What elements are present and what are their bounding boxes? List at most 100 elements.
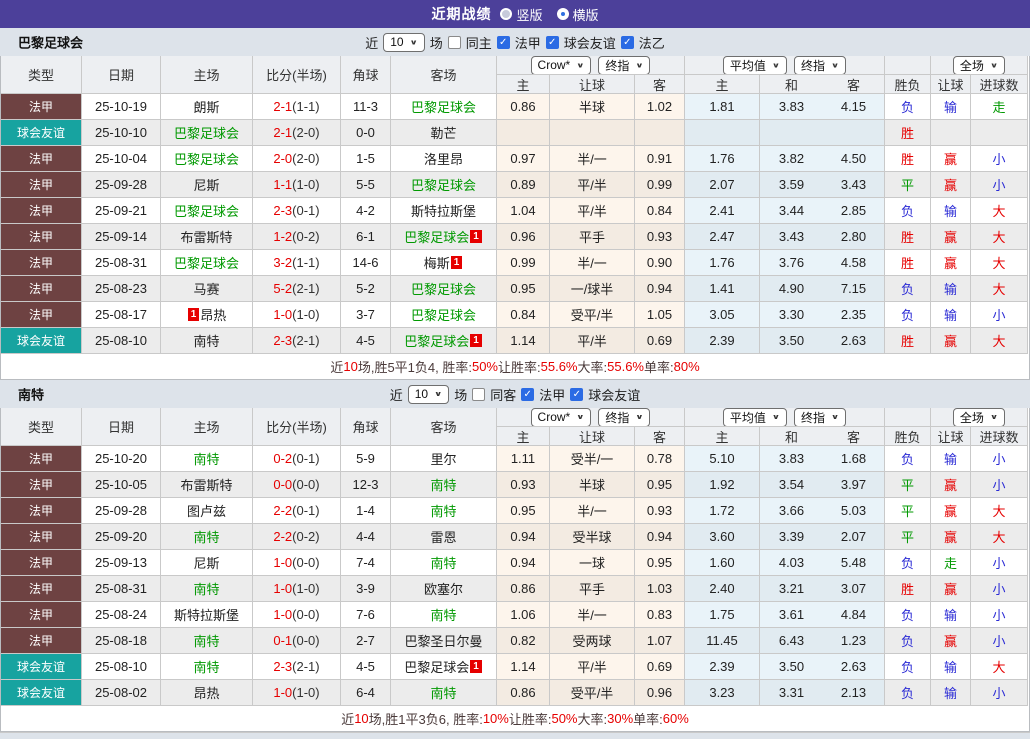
odds-handicap: 平/半	[550, 328, 635, 354]
home-team[interactable]: 马赛	[193, 279, 219, 298]
club-friendly-checkbox[interactable]: ✓	[570, 387, 584, 401]
filter-checkbox-label[interactable]: 法甲	[515, 33, 541, 52]
full-score: 2-0	[273, 151, 293, 166]
corner-cell: 7-4	[341, 550, 391, 576]
result-text: 赢	[943, 178, 957, 193]
away-team[interactable]: 南特	[430, 501, 456, 520]
home-team[interactable]: 尼斯	[193, 553, 219, 572]
away-team[interactable]: 斯特拉斯堡	[411, 201, 476, 220]
home-team[interactable]: 南特	[193, 657, 219, 676]
away-team[interactable]: 南特	[430, 475, 456, 494]
away-team[interactable]: 洛里昂	[424, 149, 463, 168]
avg-stage-select[interactable]: 终指 ∨	[794, 408, 847, 426]
result-text: 小	[992, 152, 1006, 167]
away-team[interactable]: 巴黎足球会	[411, 97, 476, 116]
odds-handicap: 一/球半	[550, 276, 635, 302]
away-cell: 巴黎足球会 1	[391, 328, 497, 354]
league-type-cell: 球会友谊	[1, 328, 82, 354]
layout-radio-horizontal[interactable]: 横版	[556, 5, 599, 24]
col-avg-home: 主	[685, 427, 760, 446]
match-count-select[interactable]: 10 ∨	[407, 384, 450, 404]
home-team[interactable]: 昂热	[193, 683, 219, 702]
odds-stage-select[interactable]: 终指 ∨	[598, 408, 651, 426]
home-team[interactable]: 斯特拉斯堡	[174, 605, 239, 624]
league-type-cell: 法甲	[1, 94, 82, 120]
home-team[interactable]: 昂热	[200, 305, 226, 324]
home-team[interactable]: 布雷斯特	[180, 475, 232, 494]
home-team[interactable]: 南特	[193, 579, 219, 598]
home-team[interactable]: 巴黎足球会	[174, 123, 239, 142]
away-cell: 南特	[391, 602, 497, 628]
away-team[interactable]: 巴黎足球会	[404, 227, 469, 246]
home-team[interactable]: 朗斯	[193, 97, 219, 116]
summary-part: 大率:	[577, 360, 608, 375]
away-team[interactable]: 梅斯	[424, 253, 450, 272]
select-value: 平均值	[729, 58, 766, 73]
club-friendly-checkbox[interactable]: ✓	[545, 35, 559, 49]
result-winloss: 负	[885, 94, 931, 120]
home-team[interactable]: 巴黎足球会	[174, 201, 239, 220]
avg-away: 3.97	[823, 472, 885, 498]
col-result: 胜负	[885, 427, 931, 446]
away-team[interactable]: 南特	[430, 605, 456, 624]
filter-checkbox-label[interactable]: 同客	[490, 385, 516, 404]
odds-handicap: 平手	[550, 224, 635, 250]
match-count-select[interactable]: 10 ∨	[383, 32, 425, 52]
away-team[interactable]: 雷恩	[430, 527, 456, 546]
corner-cell: 0-0	[341, 120, 391, 146]
col-avg-away: 客	[823, 75, 885, 94]
away-team[interactable]: 南特	[430, 553, 456, 572]
same-away-checkbox[interactable]	[472, 387, 486, 401]
avg-source-select[interactable]: 平均值 ∨	[722, 408, 787, 426]
away-team[interactable]: 巴黎足球会	[411, 305, 476, 324]
radio-icon[interactable]	[500, 8, 513, 20]
home-team[interactable]: 南特	[193, 631, 219, 650]
scope-select[interactable]: 全场 ∨	[952, 408, 1006, 426]
home-team[interactable]: 南特	[193, 331, 219, 350]
avg-stage-select[interactable]: 终指 ∨	[794, 56, 847, 74]
filter-checkbox-label[interactable]: 同主	[466, 33, 492, 52]
avg-source-select[interactable]: 平均值 ∨	[722, 56, 787, 74]
away-team[interactable]: 巴黎足球会	[411, 279, 476, 298]
away-team[interactable]: 南特	[430, 683, 456, 702]
avg-away: 2.63	[823, 654, 885, 680]
same-home-checkbox[interactable]	[447, 35, 461, 49]
home-team[interactable]: 巴黎足球会	[174, 253, 239, 272]
away-team[interactable]: 巴黎足球会	[411, 175, 476, 194]
team-name[interactable]: 巴黎足球会	[18, 33, 83, 52]
filter-checkbox-label[interactable]: 法甲	[539, 385, 565, 404]
home-team[interactable]: 尼斯	[193, 175, 219, 194]
home-team[interactable]: 图卢兹	[187, 501, 226, 520]
filter-checkbox-label[interactable]: 球会友谊	[564, 33, 616, 52]
away-team[interactable]: 里尔	[430, 449, 456, 468]
odds-company-select[interactable]: Crow* ∨	[530, 408, 592, 426]
filter-checkbox-label[interactable]: 法乙	[639, 33, 665, 52]
odds-stage-select[interactable]: 终指 ∨	[598, 56, 651, 74]
filter-checkbox-label[interactable]: 球会友谊	[588, 385, 640, 404]
team-name[interactable]: 南特	[18, 385, 44, 404]
odds-company-select[interactable]: Crow* ∨	[530, 56, 592, 74]
odds-away: 1.05	[635, 302, 685, 328]
away-team[interactable]: 欧塞尔	[424, 579, 463, 598]
away-team[interactable]: 巴黎圣日尔曼	[404, 631, 482, 650]
ligue1-checkbox[interactable]: ✓	[496, 35, 510, 49]
home-team[interactable]: 南特	[193, 449, 219, 468]
away-team[interactable]: 巴黎足球会	[404, 657, 469, 676]
away-cell: 欧塞尔	[391, 576, 497, 602]
layout-radio-vertical[interactable]: 竖版	[500, 5, 543, 24]
full-score: 1-2	[273, 229, 293, 244]
home-team[interactable]: 巴黎足球会	[174, 149, 239, 168]
match-date: 25-10-05	[82, 472, 161, 498]
ligue2-checkbox[interactable]: ✓	[620, 35, 634, 49]
full-score: 1-1	[273, 177, 293, 192]
half-score: (0-0)	[292, 607, 320, 622]
chevron-down-icon: ∨	[635, 61, 644, 69]
radio-checked-icon[interactable]	[556, 8, 569, 20]
home-team[interactable]: 布雷斯特	[180, 227, 232, 246]
ligue1-checkbox[interactable]: ✓	[521, 387, 535, 401]
scope-select[interactable]: 全场 ∨	[952, 56, 1006, 74]
away-team[interactable]: 勒芒	[430, 123, 456, 142]
away-team[interactable]: 巴黎足球会	[404, 331, 469, 350]
away-cell: 巴黎足球会 1	[391, 654, 497, 680]
home-team[interactable]: 南特	[193, 527, 219, 546]
